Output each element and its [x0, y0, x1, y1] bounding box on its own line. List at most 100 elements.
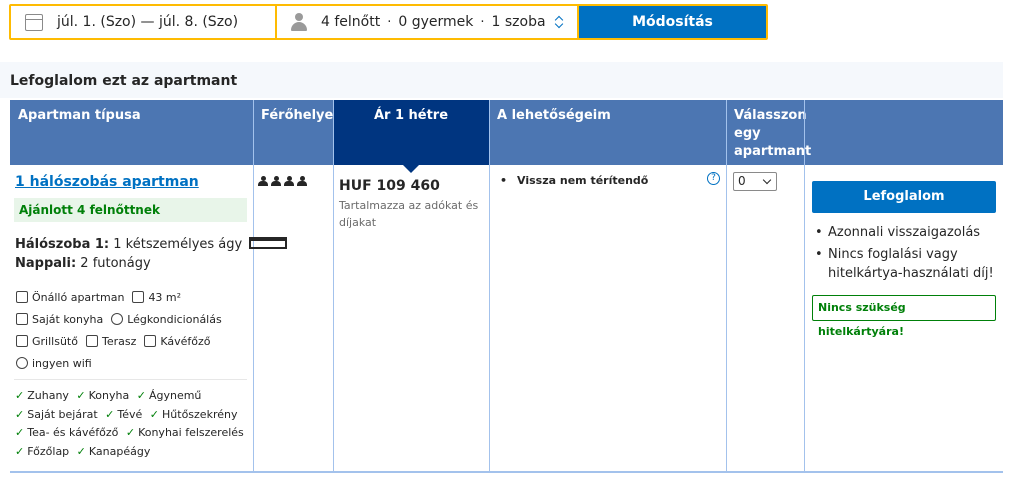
living-line: Nappali: 2 futonágy — [15, 254, 287, 273]
separator: · — [480, 14, 485, 30]
amenity-item: ✓ Tea- és kávéfőző — [15, 426, 119, 439]
facility-row: Grillsütő Terasz Kávéfőző — [16, 330, 249, 352]
amenities-list: ✓ Zuhany ✓ Konyha ✓ Ágynemű ✓ Saját bejárat … — [15, 387, 250, 461]
area-icon — [132, 291, 145, 303]
check-icon: ✓ — [15, 389, 25, 402]
living-label: Nappali: — [15, 256, 77, 271]
kitchen-icon — [16, 313, 28, 325]
header-type: Apartman típusa — [18, 108, 141, 123]
house-icon — [16, 291, 28, 303]
facility-row: ingyen wifi — [16, 352, 249, 374]
bedroom-value: 1 kétszemélyes ágy — [109, 237, 243, 252]
select-value: 0 — [738, 174, 746, 188]
amenity-item: ✓ Saját bejárat — [15, 407, 98, 421]
facility-item: Grillsütő — [16, 335, 78, 348]
facility-item: Légkondicionálás — [111, 312, 222, 326]
check-icon: ✓ — [76, 389, 86, 402]
amenity-row: ✓ Zuhany ✓ Konyha ✓ Ágynemű — [15, 387, 250, 406]
search-bar: júl. 1. (Szo) — júl. 8. (Szo) 4 felnőtt … — [9, 4, 768, 40]
amenity-item: ✓ Tévé — [105, 407, 143, 421]
section-title: Lefoglalom ezt az apartmant — [10, 73, 238, 89]
chevron-down-icon — [762, 175, 772, 185]
benefit-item: Azonnali visszaigazolás — [815, 223, 1000, 242]
amenity-item: ✓ Ágynemű — [136, 389, 202, 402]
facility-label: Saját konyha — [32, 312, 104, 326]
rooms-text: 1 szoba — [491, 14, 546, 30]
facility-label: Grillsütő — [32, 334, 78, 348]
benefit-item: Nincs foglalási vagy hitelkártya-használ… — [815, 245, 1000, 283]
amenity-row: ✓ Tea- és kávéfőző ✓ Konyhai felszerelés — [15, 424, 250, 443]
person-icon — [284, 176, 294, 186]
person-icon — [297, 176, 307, 186]
column-divider — [804, 100, 805, 473]
header-capacity: Férőhelyek — [261, 108, 342, 123]
recommended-badge: Ajánlott 4 felnőttnek — [14, 198, 247, 222]
check-icon: ✓ — [15, 407, 25, 421]
column-divider — [253, 100, 254, 473]
condition-text: Vissza nem térítendő — [517, 174, 649, 187]
help-icon[interactable]: ? — [707, 172, 720, 185]
facility-label: Önálló apartman — [32, 290, 125, 304]
header-options: A lehetőségeim — [497, 108, 611, 123]
facility-label: Légkondicionálás — [127, 312, 222, 326]
terrace-icon — [85, 335, 98, 347]
amenity-item: ✓ Főzőlap — [15, 444, 70, 458]
column-divider — [726, 100, 727, 473]
facility-item: 43 m² — [132, 291, 181, 304]
check-icon: ✓ — [76, 444, 86, 458]
condition-item: • Vissza nem térítendő — [500, 174, 648, 187]
amenity-row: ✓ Főzőlap ✓ Kanapéágy — [15, 443, 250, 462]
snowflake-icon — [111, 313, 124, 325]
check-icon: ✓ — [149, 407, 160, 421]
capacity-icons — [258, 176, 307, 186]
header-price: Ár 1 hétre — [333, 100, 489, 173]
guest-picker[interactable]: 4 felnőtt · 0 gyermek · 1 szoba — [277, 6, 577, 38]
book-button[interactable]: Lefoglalom — [812, 181, 996, 213]
bed-info: Hálószoba 1: 1 kétszemélyes ágy Nappali:… — [15, 235, 288, 273]
facility-row: Önálló apartman 43 m² — [16, 286, 249, 308]
children-text: 0 gyermek — [398, 14, 474, 30]
double-bed-icon — [249, 237, 288, 249]
separator: · — [387, 14, 392, 30]
column-divider — [333, 100, 334, 473]
facility-label: ingyen wifi — [32, 356, 92, 370]
adults-text: 4 felnőtt — [321, 14, 381, 30]
amenity-item: ✓ Konyha — [76, 389, 130, 402]
amenity-item: ✓ Kanapéágy — [76, 444, 151, 458]
room-name-link[interactable]: 1 hálószobás apartman — [15, 174, 199, 190]
calendar-icon — [25, 13, 43, 31]
coffee-icon — [144, 335, 157, 347]
person-icon — [271, 176, 281, 186]
facility-item: Terasz — [85, 334, 137, 348]
wifi-icon — [16, 357, 28, 369]
facility-label: Terasz — [101, 334, 137, 348]
amenity-item: ✓ Hűtőszekrény — [149, 407, 238, 421]
facility-item: Önálló apartman — [16, 291, 124, 304]
date-picker[interactable]: júl. 1. (Szo) — júl. 8. (Szo) — [11, 6, 275, 38]
facility-row: Saját konyha Légkondicionálás — [16, 308, 249, 330]
table-bottom-border — [10, 471, 1003, 473]
facility-label: Kávéfőző — [160, 334, 211, 348]
no-card-badge: Nincs szükség hitelkártyára! — [812, 295, 996, 338]
room-table: Apartman típusa Férőhelyek Ár 1 hétre A … — [10, 100, 1003, 473]
date-range-text: júl. 1. (Szo) — júl. 8. (Szo) — [57, 14, 239, 30]
modify-button[interactable]: Módosítás — [579, 6, 766, 38]
check-icon: ✓ — [15, 426, 25, 439]
price-note: Tartalmazza az adókat és díjakat — [339, 199, 479, 229]
facility-item: Saját konyha — [16, 313, 103, 326]
facility-item: ingyen wifi — [16, 357, 92, 370]
person-icon — [258, 176, 268, 186]
person-icon — [291, 13, 307, 31]
amenity-item: ✓ Zuhany — [15, 389, 69, 402]
chevron-updown-icon — [555, 15, 563, 29]
price-value: HUF 109 460 — [339, 178, 440, 194]
check-icon: ✓ — [105, 407, 115, 421]
check-icon: ✓ — [136, 389, 146, 402]
bedroom-line: Hálószoba 1: 1 kétszemélyes ágy — [15, 235, 288, 254]
facilities-list: Önálló apartman 43 m² Saját konyha Légko… — [16, 286, 249, 374]
apartment-count-select[interactable]: 0 — [733, 172, 777, 191]
benefits-list: Azonnali visszaigazolás Nincs foglalási … — [815, 223, 1000, 286]
grill-icon — [16, 335, 28, 347]
check-icon: ✓ — [125, 426, 136, 439]
facility-label: 43 m² — [148, 290, 182, 304]
